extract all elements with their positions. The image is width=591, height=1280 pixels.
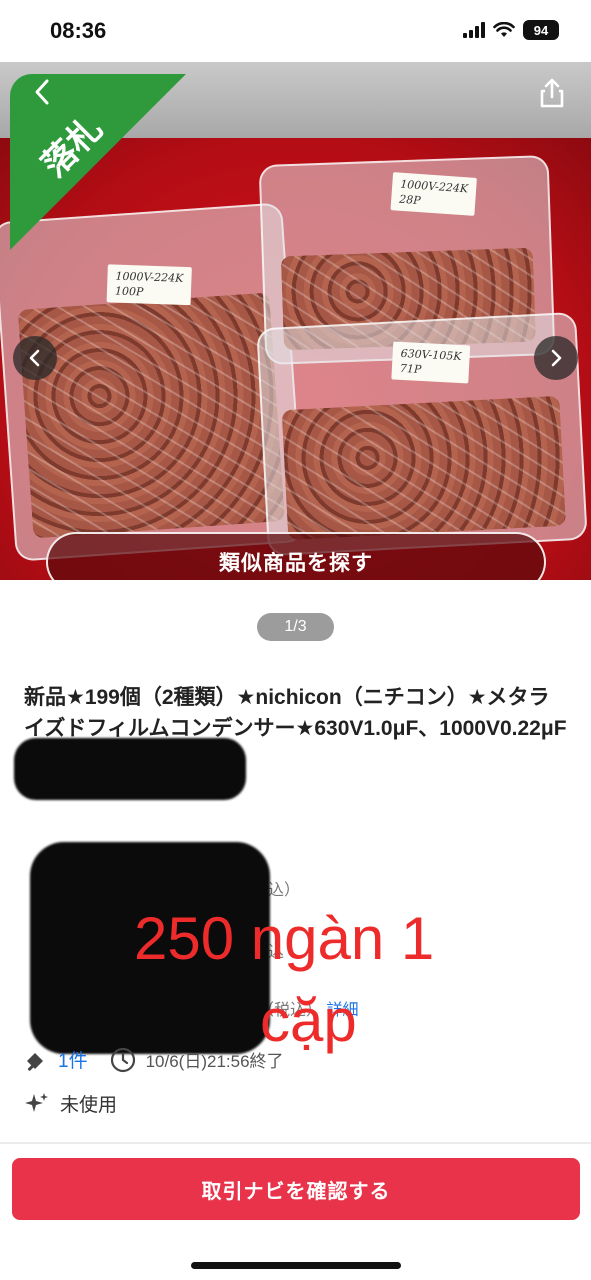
price-annotation: 250 ngàn 1 cặp: [134, 898, 574, 1062]
status-icons: 94: [463, 20, 559, 40]
auction-end-time: 10/6(日)21:56終了: [145, 1052, 284, 1071]
divider: [0, 1142, 591, 1144]
app-screen: 08:36 94 1000V-224K 100P 1000V-224K 28P: [0, 0, 591, 1280]
signal-icon: [463, 22, 485, 38]
bid-count[interactable]: 1件: [58, 1046, 88, 1073]
chevron-left-icon: [29, 349, 40, 367]
gavel-icon: [27, 1052, 43, 1071]
battery-icon: 94: [523, 20, 559, 40]
redaction-mark: [14, 738, 246, 800]
back-button[interactable]: [24, 74, 60, 110]
share-button[interactable]: [535, 76, 569, 110]
image-page-indicator: 1/3: [257, 613, 334, 641]
check-transaction-nav-button[interactable]: 取引ナビを確認する: [12, 1158, 580, 1220]
bag-label: 1000V-224K 100P: [106, 264, 192, 306]
condition-row: 未使用: [24, 1090, 117, 1117]
next-image-button[interactable]: [534, 336, 578, 380]
status-time: 08:36: [50, 18, 107, 43]
status-bar: 08:36 94: [0, 0, 591, 62]
previous-image-button[interactable]: [13, 336, 57, 380]
price-annotation-line: 250 ngàn 1: [134, 905, 435, 972]
wifi-icon: [493, 22, 515, 37]
bid-meta-row: 1件 10/6(日)21:56終了: [24, 1046, 284, 1073]
price-tax-note: 込）: [268, 882, 301, 899]
bag-label: 1000V-224K 28P: [390, 172, 477, 216]
chevron-left-icon: [35, 79, 49, 105]
chevron-right-icon: [551, 349, 562, 367]
item-condition: 未使用: [60, 1095, 118, 1116]
clock-icon: [110, 1047, 135, 1072]
bag-label: 630V-105K 71P: [391, 341, 471, 384]
sparkle-icon: [25, 1092, 48, 1112]
find-similar-button[interactable]: 類似商品を探す: [46, 532, 546, 580]
product-image-carousel[interactable]: 1000V-224K 100P 1000V-224K 28P 630V-105K…: [0, 62, 591, 580]
share-icon: [540, 78, 564, 108]
home-indicator[interactable]: [191, 1262, 401, 1269]
